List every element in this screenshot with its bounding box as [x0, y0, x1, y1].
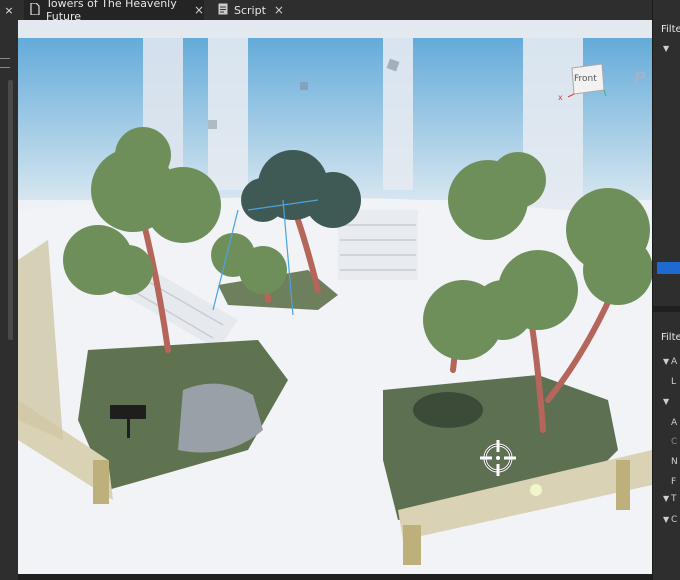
view-cube[interactable]: Front x — [558, 60, 608, 102]
view-cube-axis-label: x — [558, 93, 563, 102]
viewport-edge-label: P — [634, 68, 646, 87]
explorer-filter-label[interactable]: Filte — [661, 24, 680, 35]
viewport-bottom-strip — [18, 574, 652, 580]
tab-bar: × Towers of The Heavenly Future × Script… — [0, 0, 680, 23]
expand-triangle-icon[interactable]: ▼ — [663, 397, 669, 406]
tab-script[interactable]: Script × — [212, 0, 284, 20]
left-panel-edge — [0, 20, 18, 580]
document-icon — [30, 1, 40, 18]
property-row[interactable]: C — [671, 437, 677, 447]
property-row[interactable]: L — [671, 377, 676, 387]
property-row[interactable]: C — [671, 515, 677, 525]
crosshair-icon — [478, 438, 518, 482]
expand-triangle-icon[interactable]: ▼ — [663, 515, 669, 524]
menu-icon[interactable] — [0, 58, 10, 68]
view-cube-face-label: Front — [574, 74, 597, 84]
expand-triangle-icon[interactable]: ▼ — [663, 44, 669, 53]
property-row[interactable]: T — [671, 494, 677, 504]
close-icon[interactable]: × — [274, 3, 284, 17]
panel-divider[interactable] — [653, 306, 680, 312]
properties-filter-label[interactable]: Filte — [661, 332, 680, 343]
right-panel-edge: Filte ▼ Filte ▼ A L ▼ A C N F ▼ T ▼ C — [652, 0, 680, 580]
property-row[interactable]: A — [671, 357, 677, 367]
property-row[interactable]: F — [671, 477, 676, 487]
close-icon: × — [4, 3, 14, 17]
script-icon — [218, 3, 228, 18]
expand-triangle-icon[interactable]: ▼ — [663, 357, 669, 366]
selected-row[interactable] — [657, 262, 680, 274]
tab-label: Script — [234, 3, 266, 17]
scene-render — [18, 20, 652, 574]
3d-viewport[interactable]: P Front x — [18, 20, 652, 574]
property-row[interactable]: N — [671, 457, 678, 467]
close-icon[interactable]: × — [194, 3, 204, 17]
tab-towers-place[interactable]: Towers of The Heavenly Future × — [24, 0, 204, 23]
expand-triangle-icon[interactable]: ▼ — [663, 494, 669, 503]
panel-close-button[interactable]: × — [0, 0, 18, 20]
left-scrollbar[interactable] — [8, 80, 13, 340]
property-row[interactable]: A — [671, 418, 677, 428]
